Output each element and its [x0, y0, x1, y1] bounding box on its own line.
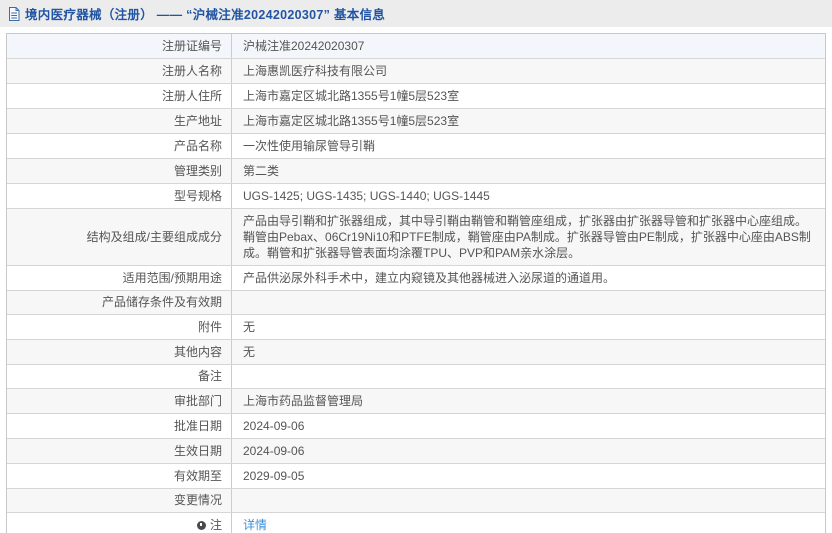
row-value: 上海市药品监督管理局	[232, 389, 825, 413]
row-label: 产品储存条件及有效期	[7, 291, 232, 314]
row-value	[232, 365, 825, 388]
row-label: 批准日期	[7, 414, 232, 438]
row-label-text: 产品名称	[173, 138, 222, 153]
row-label: 注册证编号	[7, 34, 232, 58]
row-value-text: 2029-09-05	[243, 469, 305, 483]
row-value: 上海惠凯医疗科技有限公司	[232, 59, 825, 83]
row-label: 产品名称	[7, 134, 232, 158]
row-value-text: 第二类	[243, 164, 280, 178]
document-icon	[8, 6, 20, 21]
table-row: 附件 无	[7, 314, 825, 339]
row-label-text: 产品储存条件及有效期	[101, 295, 222, 309]
row-label: 注册人名称	[7, 59, 232, 83]
table-row: 管理类别 第二类	[7, 158, 825, 183]
table-row: 其他内容 无	[7, 339, 825, 364]
row-value: 2029-09-05	[232, 464, 825, 488]
row-value-text: 一次性使用输尿管导引鞘	[243, 139, 376, 153]
table-row: 注册人名称 上海惠凯医疗科技有限公司	[7, 58, 825, 83]
row-label-text: 批准日期	[173, 418, 222, 433]
row-value-text: UGS-1425; UGS-1435; UGS-1440; UGS-1445	[243, 189, 490, 203]
row-label-text: 型号规格	[173, 188, 222, 203]
row-label-text: 注册人住所	[161, 88, 222, 103]
table-row: 适用范围/预期用途 产品供泌尿外科手术中，建立内窥镜及其他器械进入泌尿道的通道用…	[7, 265, 825, 290]
row-label: 注册人住所	[7, 84, 232, 108]
row-value: 上海市嘉定区城北路1355号1幢5层523室	[232, 109, 825, 133]
row-label-text: 管理类别	[173, 163, 222, 178]
row-label-text: 注	[209, 517, 222, 532]
row-label-text: 变更情况	[173, 493, 222, 507]
note-icon	[196, 520, 206, 530]
page-title: 境内医疗器械（注册） —— “沪械注准20242020307” 基本信息	[25, 8, 386, 22]
row-label: 管理类别	[7, 159, 232, 183]
table-row: 结构及组成/主要组成成分 产品由导引鞘和扩张器组成，其中导引鞘由鞘管和鞘管座组成…	[7, 208, 825, 265]
row-label-text: 其他内容	[173, 344, 222, 359]
row-value: 沪械注准20242020307	[232, 34, 825, 58]
row-value-text: 产品供泌尿外科手术中，建立内窥镜及其他器械进入泌尿道的通道用。	[243, 271, 616, 285]
row-value: 第二类	[232, 159, 825, 183]
row-label-text: 有效期至	[173, 468, 222, 483]
table-row: 备注	[7, 364, 825, 388]
row-value-text: 2024-09-06	[243, 419, 305, 433]
row-value-text: 上海惠凯医疗科技有限公司	[243, 64, 388, 78]
table-row: 生产地址 上海市嘉定区城北路1355号1幢5层523室	[7, 108, 825, 133]
row-label: 备注	[7, 365, 232, 388]
row-label: 结构及组成/主要组成成分	[7, 209, 232, 265]
page: 境内医疗器械（注册） —— “沪械注准20242020307” 基本信息 注册证…	[0, 0, 832, 533]
row-value-text: 上海市药品监督管理局	[243, 394, 364, 408]
row-label: 注	[7, 513, 232, 533]
row-label: 审批部门	[7, 389, 232, 413]
table-row: 批准日期 2024-09-06	[7, 413, 825, 438]
row-label-text: 结构及组成/主要组成成分	[86, 229, 222, 244]
row-label-text: 附件	[197, 319, 222, 334]
row-value: 上海市嘉定区城北路1355号1幢5层523室	[232, 84, 825, 108]
row-label-text: 生效日期	[173, 443, 222, 458]
table-row: 产品储存条件及有效期	[7, 290, 825, 314]
row-label: 附件	[7, 315, 232, 339]
row-value: 无	[232, 315, 825, 339]
row-label-text: 注册人名称	[161, 63, 222, 78]
info-table: 注册证编号 沪械注准20242020307 注册人名称 上海惠凯医疗科技有限公司…	[6, 33, 826, 533]
table-row: 审批部门 上海市药品监督管理局	[7, 388, 825, 413]
row-label: 型号规格	[7, 184, 232, 208]
table-row: 产品名称 一次性使用输尿管导引鞘	[7, 133, 825, 158]
table-row: 有效期至 2029-09-05	[7, 463, 825, 488]
row-value: 产品供泌尿外科手术中，建立内窥镜及其他器械进入泌尿道的通道用。	[232, 266, 825, 290]
table-row: 注册人住所 上海市嘉定区城北路1355号1幢5层523室	[7, 83, 825, 108]
row-value-text: 产品由导引鞘和扩张器组成，其中导引鞘由鞘管和鞘管座组成，扩张器由扩张器导管和扩张…	[243, 214, 811, 260]
table-row: 变更情况	[7, 488, 825, 512]
row-label: 生效日期	[7, 439, 232, 463]
row-label-text: 备注	[197, 369, 222, 383]
row-label-text: 审批部门	[173, 393, 222, 408]
row-value: 产品由导引鞘和扩张器组成，其中导引鞘由鞘管和鞘管座组成，扩张器由扩张器导管和扩张…	[232, 209, 825, 265]
row-value: 无	[232, 340, 825, 364]
row-value-text: 无	[243, 345, 256, 359]
row-value: 详情	[232, 513, 825, 533]
row-label-text: 生产地址	[173, 113, 222, 128]
row-value-text: 沪械注准20242020307	[243, 39, 365, 53]
row-value-text: 无	[243, 320, 256, 334]
detail-link[interactable]: 详情	[243, 517, 267, 533]
row-label: 其他内容	[7, 340, 232, 364]
row-value: 2024-09-06	[232, 439, 825, 463]
table-row: 生效日期 2024-09-06	[7, 438, 825, 463]
row-value	[232, 291, 825, 314]
row-label: 变更情况	[7, 489, 232, 512]
row-value: UGS-1425; UGS-1435; UGS-1440; UGS-1445	[232, 184, 825, 208]
row-label: 有效期至	[7, 464, 232, 488]
table-row: 型号规格 UGS-1425; UGS-1435; UGS-1440; UGS-1…	[7, 183, 825, 208]
table-row: 注 详情	[7, 512, 825, 533]
row-value: 2024-09-06	[232, 414, 825, 438]
table-row: 注册证编号 沪械注准20242020307	[7, 34, 825, 58]
row-value-text: 上海市嘉定区城北路1355号1幢5层523室	[243, 89, 460, 103]
row-label: 生产地址	[7, 109, 232, 133]
row-label: 适用范围/预期用途	[7, 266, 232, 290]
row-label-text: 适用范围/预期用途	[122, 270, 222, 285]
page-header: 境内医疗器械（注册） —— “沪械注准20242020307” 基本信息	[0, 0, 832, 27]
row-value-text: 2024-09-06	[243, 444, 305, 458]
row-label-text: 注册证编号	[161, 38, 222, 53]
row-value-text: 上海市嘉定区城北路1355号1幢5层523室	[243, 114, 460, 128]
row-value	[232, 489, 825, 512]
row-value: 一次性使用输尿管导引鞘	[232, 134, 825, 158]
